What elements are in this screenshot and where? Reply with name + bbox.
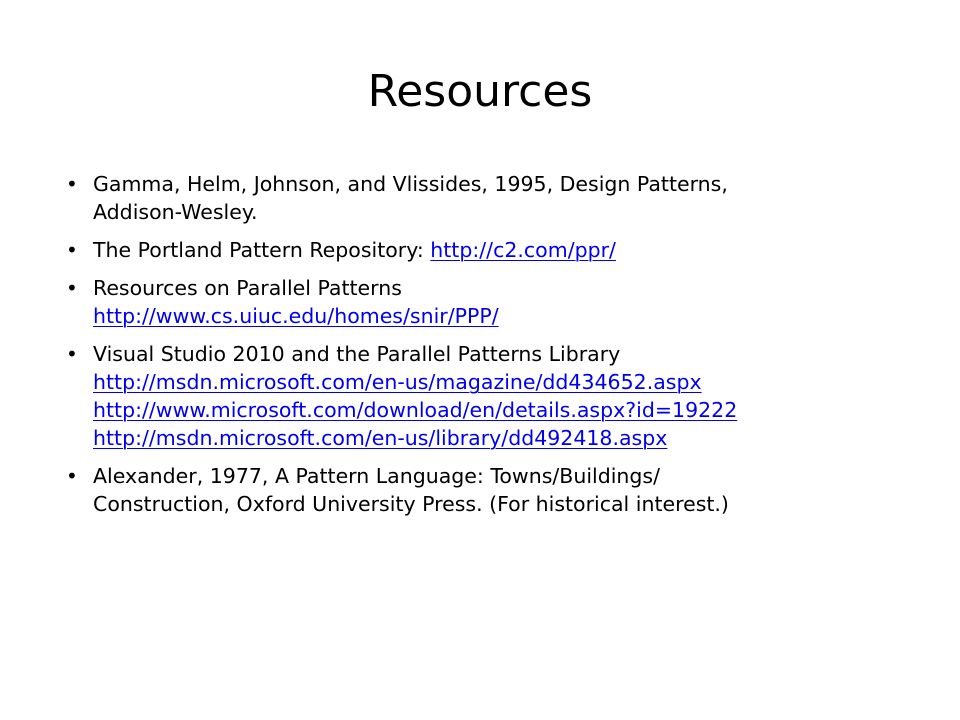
bullet-icon: •	[66, 342, 78, 366]
bullet-text-line: Alexander, 1977, A Pattern Language: Tow…	[93, 464, 661, 488]
slide-title: Resources	[367, 66, 593, 117]
bullet-item-design-patterns: • Gamma, Helm, Johnson, and Vlissides, 1…	[66, 170, 926, 226]
bullet-text-line: Addison-Wesley.	[93, 200, 258, 224]
microsoft-download-link[interactable]: http://www.microsoft.com/download/en/det…	[93, 398, 737, 422]
bullet-icon: •	[66, 172, 78, 196]
bullet-text-line: Construction, Oxford University Press. (…	[93, 492, 729, 516]
bullet-text-line: Visual Studio 2010 and the Parallel Patt…	[93, 342, 621, 366]
bullet-text-line: Gamma, Helm, Johnson, and Vlissides, 199…	[93, 172, 728, 196]
bullet-icon: •	[66, 238, 78, 262]
bullet-item-portland-repository: • The Portland Pattern Repository: http:…	[66, 236, 926, 264]
parallel-patterns-link[interactable]: http://www.cs.uiuc.edu/homes/snir/PPP/	[93, 304, 499, 328]
bullet-item-pattern-language: • Alexander, 1977, A Pattern Language: T…	[66, 462, 926, 518]
bullet-text: The Portland Pattern Repository:	[93, 238, 431, 262]
bullet-line: The Portland Pattern Repository: http://…	[93, 236, 926, 264]
slide: Resources • Gamma, Helm, Johnson, and Vl…	[0, 0, 960, 720]
msdn-library-link[interactable]: http://msdn.microsoft.com/en-us/library/…	[93, 426, 667, 450]
bullet-icon: •	[66, 276, 78, 300]
bullet-item-parallel-patterns: • Resources on Parallel Patterns http://…	[66, 274, 926, 330]
bullet-list: • Gamma, Helm, Johnson, and Vlissides, 1…	[66, 170, 926, 528]
bullet-icon: •	[66, 464, 78, 488]
portland-repository-link[interactable]: http://c2.com/ppr/	[430, 238, 616, 262]
bullet-text-line: Resources on Parallel Patterns	[93, 276, 402, 300]
msdn-magazine-link[interactable]: http://msdn.microsoft.com/en-us/magazine…	[93, 370, 702, 394]
bullet-item-visual-studio: • Visual Studio 2010 and the Parallel Pa…	[66, 340, 926, 452]
